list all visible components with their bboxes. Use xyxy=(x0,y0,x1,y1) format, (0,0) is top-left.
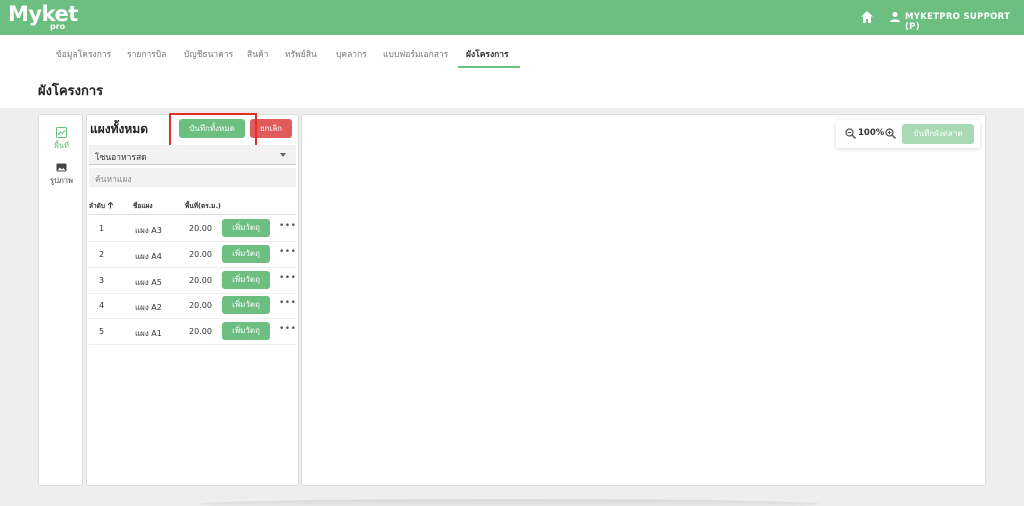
row-area: 20.00 xyxy=(189,250,212,259)
row-stall-name: แผง A2 xyxy=(135,303,162,312)
more-options-icon[interactable]: ••• xyxy=(279,298,296,308)
zoom-toolbar: 100% บันทึกผังตลาด xyxy=(836,120,980,148)
tab-products[interactable]: สินค้า xyxy=(247,47,268,61)
table-row: 2 แผง A4 20.00 เพิ่มวัตถุ ••• xyxy=(89,242,296,268)
arrow-up-icon xyxy=(107,201,114,209)
column-header-area[interactable]: พื้นที่(ตร.ม.) xyxy=(185,201,221,211)
row-stall-name: แผง A1 xyxy=(135,329,162,338)
sidebar-item-label: รูปภาพ xyxy=(50,176,73,185)
bottom-shadow xyxy=(200,499,820,506)
page-title: ผังโครงการ xyxy=(38,84,104,99)
add-object-button[interactable]: เพิ่มวัตถุ xyxy=(222,322,270,340)
header-divider xyxy=(89,214,296,215)
sidebar-item-image[interactable]: รูปภาพ xyxy=(39,162,84,187)
column-header-stall-name[interactable]: ชื่อแผง xyxy=(133,201,153,211)
add-object-button[interactable]: เพิ่มวัตถุ xyxy=(222,271,270,289)
row-index: 5 xyxy=(99,327,105,336)
zoom-level: 100% xyxy=(858,128,885,138)
tab-project-info[interactable]: ข้อมูลโครงการ xyxy=(56,47,111,61)
row-area: 20.00 xyxy=(189,224,212,233)
zone-select[interactable]: โซนอาหารสด xyxy=(89,145,296,165)
top-bar: Myket pro MYKETPRO SUPPORT (P) xyxy=(0,0,1024,35)
layout-canvas[interactable] xyxy=(301,114,986,486)
zoom-in-icon[interactable] xyxy=(885,128,896,139)
row-area: 20.00 xyxy=(189,327,212,336)
table-row: 1 แผง A3 20.00 เพิ่มวัตถุ ••• xyxy=(89,216,296,242)
stall-search-input[interactable]: ค้นหาแผง xyxy=(89,168,296,187)
tab-document-forms[interactable]: แบบฟอร์มเอกสาร xyxy=(383,47,448,61)
active-tab-indicator xyxy=(458,66,520,68)
highlight-box xyxy=(169,113,257,147)
tab-bank-accounts[interactable]: บัญชีธนาคาร xyxy=(184,47,233,61)
row-index: 3 xyxy=(99,276,105,285)
more-options-icon[interactable]: ••• xyxy=(279,273,296,283)
table-row: 4 แผง A2 20.00 เพิ่มวัตถุ ••• xyxy=(89,293,296,319)
sidebar-item-label: พื้นที่ xyxy=(53,141,69,150)
add-object-button[interactable]: เพิ่มวัตถุ xyxy=(222,219,270,237)
row-stall-name: แผง A4 xyxy=(135,252,162,261)
table-row: 3 แผง A5 20.00 เพิ่มวัตถุ ••• xyxy=(89,268,296,294)
user-icon xyxy=(890,12,900,22)
user-menu[interactable]: MYKETPRO SUPPORT (P) xyxy=(905,12,1024,32)
tab-project-layout[interactable]: ผังโครงการ xyxy=(466,47,509,61)
table-row: 5 แผง A1 20.00 เพิ่มวัตถุ ••• xyxy=(89,319,296,345)
add-object-button[interactable]: เพิ่มวัตถุ xyxy=(222,245,270,263)
more-options-icon[interactable]: ••• xyxy=(279,221,296,231)
zoom-out-icon[interactable] xyxy=(845,128,856,139)
row-area: 20.00 xyxy=(189,276,212,285)
column-header-order[interactable]: ลำดับ xyxy=(89,201,114,211)
save-layout-button[interactable]: บันทึกผังตลาด xyxy=(902,124,974,144)
layout-sidebar: พื้นที่ รูปภาพ xyxy=(38,114,83,486)
row-index: 4 xyxy=(99,301,105,310)
image-icon xyxy=(56,163,67,172)
tab-personnel[interactable]: บุคลากร xyxy=(336,47,367,61)
more-options-icon[interactable]: ••• xyxy=(279,324,296,334)
more-options-icon[interactable]: ••• xyxy=(279,247,296,257)
row-stall-name: แผง A3 xyxy=(135,226,162,235)
row-stall-name: แผง A5 xyxy=(135,278,162,287)
tabs-bar: ข้อมูลโครงการ รายการบิล บัญชีธนาคาร สินค… xyxy=(0,35,1024,108)
logo-sub: pro xyxy=(50,22,66,31)
chevron-down-icon[interactable] xyxy=(280,153,286,157)
area-icon xyxy=(56,127,67,138)
row-area: 20.00 xyxy=(189,301,212,310)
sidebar-item-area[interactable]: พื้นที่ xyxy=(39,127,84,152)
add-object-button[interactable]: เพิ่มวัตถุ xyxy=(222,296,270,314)
panel-title: แผงทั้งหมด xyxy=(90,122,149,136)
tab-bills[interactable]: รายการบิล xyxy=(127,47,166,61)
home-icon[interactable] xyxy=(860,10,874,24)
tab-assets[interactable]: ทรัพย์สิน xyxy=(285,47,317,61)
logo[interactable]: Myket xyxy=(8,2,78,26)
row-index: 1 xyxy=(99,224,105,233)
row-index: 2 xyxy=(99,250,105,259)
